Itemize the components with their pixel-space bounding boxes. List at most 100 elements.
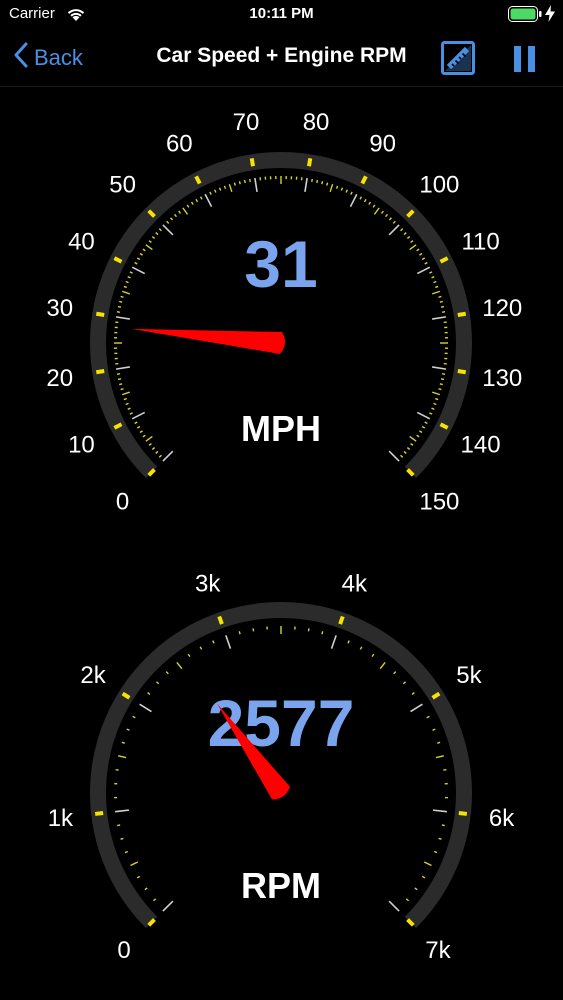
speed-minor-tick bbox=[403, 232, 407, 236]
speed-minor-tick bbox=[209, 191, 212, 195]
speed-minor-tick bbox=[435, 285, 439, 289]
speed-major-tick bbox=[307, 157, 313, 167]
speed-minor-tick bbox=[388, 217, 392, 221]
speed-minor-tick bbox=[349, 193, 358, 208]
speed-minor-tick bbox=[139, 252, 143, 256]
rpm-minor-tick bbox=[124, 850, 129, 854]
speed-unit: MPH bbox=[241, 408, 321, 449]
rpm-gauge-dial: 01k2k3k 4k5k6k7k2577RPM bbox=[48, 570, 516, 964]
speed-minor-tick bbox=[433, 402, 437, 406]
speed-minor-tick bbox=[166, 220, 170, 224]
speed-minor-tick bbox=[151, 446, 156, 450]
rpm-minor-tick bbox=[330, 635, 337, 649]
speed-minor-tick bbox=[125, 280, 129, 284]
rpm-major-tick bbox=[217, 615, 224, 625]
speed-minor-tick bbox=[119, 383, 123, 386]
speed-minor-tick bbox=[372, 204, 376, 208]
speed-tick-label: 150 bbox=[419, 488, 459, 515]
speed-minor-tick bbox=[115, 366, 131, 370]
speed-tick-label: 50 bbox=[109, 172, 136, 199]
rpm-minor-tick bbox=[126, 728, 130, 731]
speed-minor-tick bbox=[142, 434, 146, 438]
status-bar: Carrier 10:11 PM bbox=[0, 0, 563, 30]
speed-minor-tick bbox=[368, 201, 372, 205]
rpm-tick-label: 4k bbox=[342, 570, 368, 597]
speed-minor-tick bbox=[121, 290, 130, 295]
app-screen: Carrier 10:11 PM Back Car Speed + Engine… bbox=[0, 0, 563, 1000]
speed-minor-tick bbox=[363, 198, 367, 203]
speed-minor-tick bbox=[199, 196, 203, 200]
speed-minor-tick bbox=[441, 373, 446, 375]
speed-minor-tick bbox=[238, 181, 241, 185]
rpm-minor-tick bbox=[187, 653, 191, 658]
rpm-gauge: 0 1k 2k 3k 4k 5k 6k 7k 2577 RPM bbox=[0, 570, 563, 990]
rpm-tick-label: 7k bbox=[425, 937, 451, 964]
speed-minor-tick bbox=[151, 236, 156, 240]
speed-tick-label: 80 bbox=[303, 109, 330, 136]
speed-minor-tick bbox=[440, 305, 445, 308]
speed-value: 31 bbox=[244, 227, 317, 301]
rpm-minor-tick bbox=[435, 755, 444, 759]
speed-major-tick bbox=[95, 369, 105, 375]
speed-minor-tick bbox=[182, 207, 189, 215]
rpm-minor-tick bbox=[432, 728, 436, 731]
charging-bolt-icon bbox=[545, 5, 555, 27]
rpm-minor-tick bbox=[421, 875, 426, 879]
speed-minor-tick bbox=[204, 193, 213, 208]
status-time: 10:11 PM bbox=[249, 5, 314, 22]
speed-minor-tick bbox=[116, 373, 121, 375]
rpm-minor-tick bbox=[136, 875, 141, 879]
speed-minor-tick bbox=[195, 198, 199, 203]
rpm-minor-tick bbox=[393, 671, 397, 675]
rpm-major-tick bbox=[338, 615, 345, 625]
speed-major-tick bbox=[249, 157, 255, 167]
speed-minor-tick bbox=[119, 300, 123, 303]
rpm-minor-tick bbox=[411, 692, 415, 695]
rpm-minor-tick bbox=[144, 887, 148, 891]
ruler-icon bbox=[441, 41, 475, 75]
speed-minor-tick bbox=[409, 244, 417, 251]
rpm-minor-tick bbox=[321, 631, 324, 635]
speed-tick-label: 60 bbox=[166, 130, 193, 157]
rpm-minor-tick bbox=[402, 681, 406, 685]
speed-minor-tick bbox=[311, 178, 313, 183]
speed-minor-tick bbox=[127, 407, 131, 410]
speed-minor-tick bbox=[440, 378, 445, 381]
speed-minor-tick bbox=[359, 196, 363, 200]
speed-minor-tick bbox=[120, 388, 124, 391]
rpm-minor-tick bbox=[156, 681, 160, 685]
speed-minor-tick bbox=[233, 182, 236, 186]
rpm-minor-tick bbox=[147, 692, 151, 695]
rpm-minor-tick bbox=[437, 741, 441, 744]
back-button[interactable]: Back bbox=[14, 40, 83, 76]
speed-minor-tick bbox=[162, 450, 174, 462]
speed-minor-tick bbox=[117, 378, 122, 381]
rpm-minor-tick bbox=[388, 900, 400, 912]
rpm-minor-tick bbox=[117, 824, 121, 827]
rpm-minor-tick bbox=[307, 628, 310, 632]
speed-minor-tick bbox=[410, 442, 414, 446]
rpm-minor-tick bbox=[120, 837, 124, 840]
speed-minor-tick bbox=[388, 224, 400, 236]
speed-minor-tick bbox=[410, 240, 414, 244]
speed-major-tick bbox=[457, 311, 467, 317]
speed-minor-tick bbox=[431, 316, 447, 320]
rpm-unit: RPM bbox=[241, 865, 321, 906]
speed-minor-tick bbox=[123, 397, 127, 401]
rpm-minor-tick bbox=[423, 861, 432, 867]
speed-minor-tick bbox=[139, 430, 143, 434]
speed-major-tick bbox=[95, 311, 105, 317]
ruler-button[interactable] bbox=[441, 41, 475, 75]
rpm-minor-tick bbox=[212, 640, 215, 644]
speed-minor-tick bbox=[429, 412, 433, 415]
speed-minor-tick bbox=[373, 207, 380, 215]
rpm-minor-tick bbox=[359, 646, 363, 650]
speed-minor-tick bbox=[406, 446, 411, 450]
rpm-minor-tick bbox=[426, 715, 430, 719]
rpm-tick-label: 0 bbox=[117, 937, 130, 964]
speed-minor-tick bbox=[254, 177, 258, 193]
speed-minor-tick bbox=[384, 213, 388, 218]
speed-minor-tick bbox=[441, 311, 446, 313]
pause-button[interactable] bbox=[511, 44, 539, 74]
rpm-tick-label: 1k bbox=[48, 805, 74, 832]
